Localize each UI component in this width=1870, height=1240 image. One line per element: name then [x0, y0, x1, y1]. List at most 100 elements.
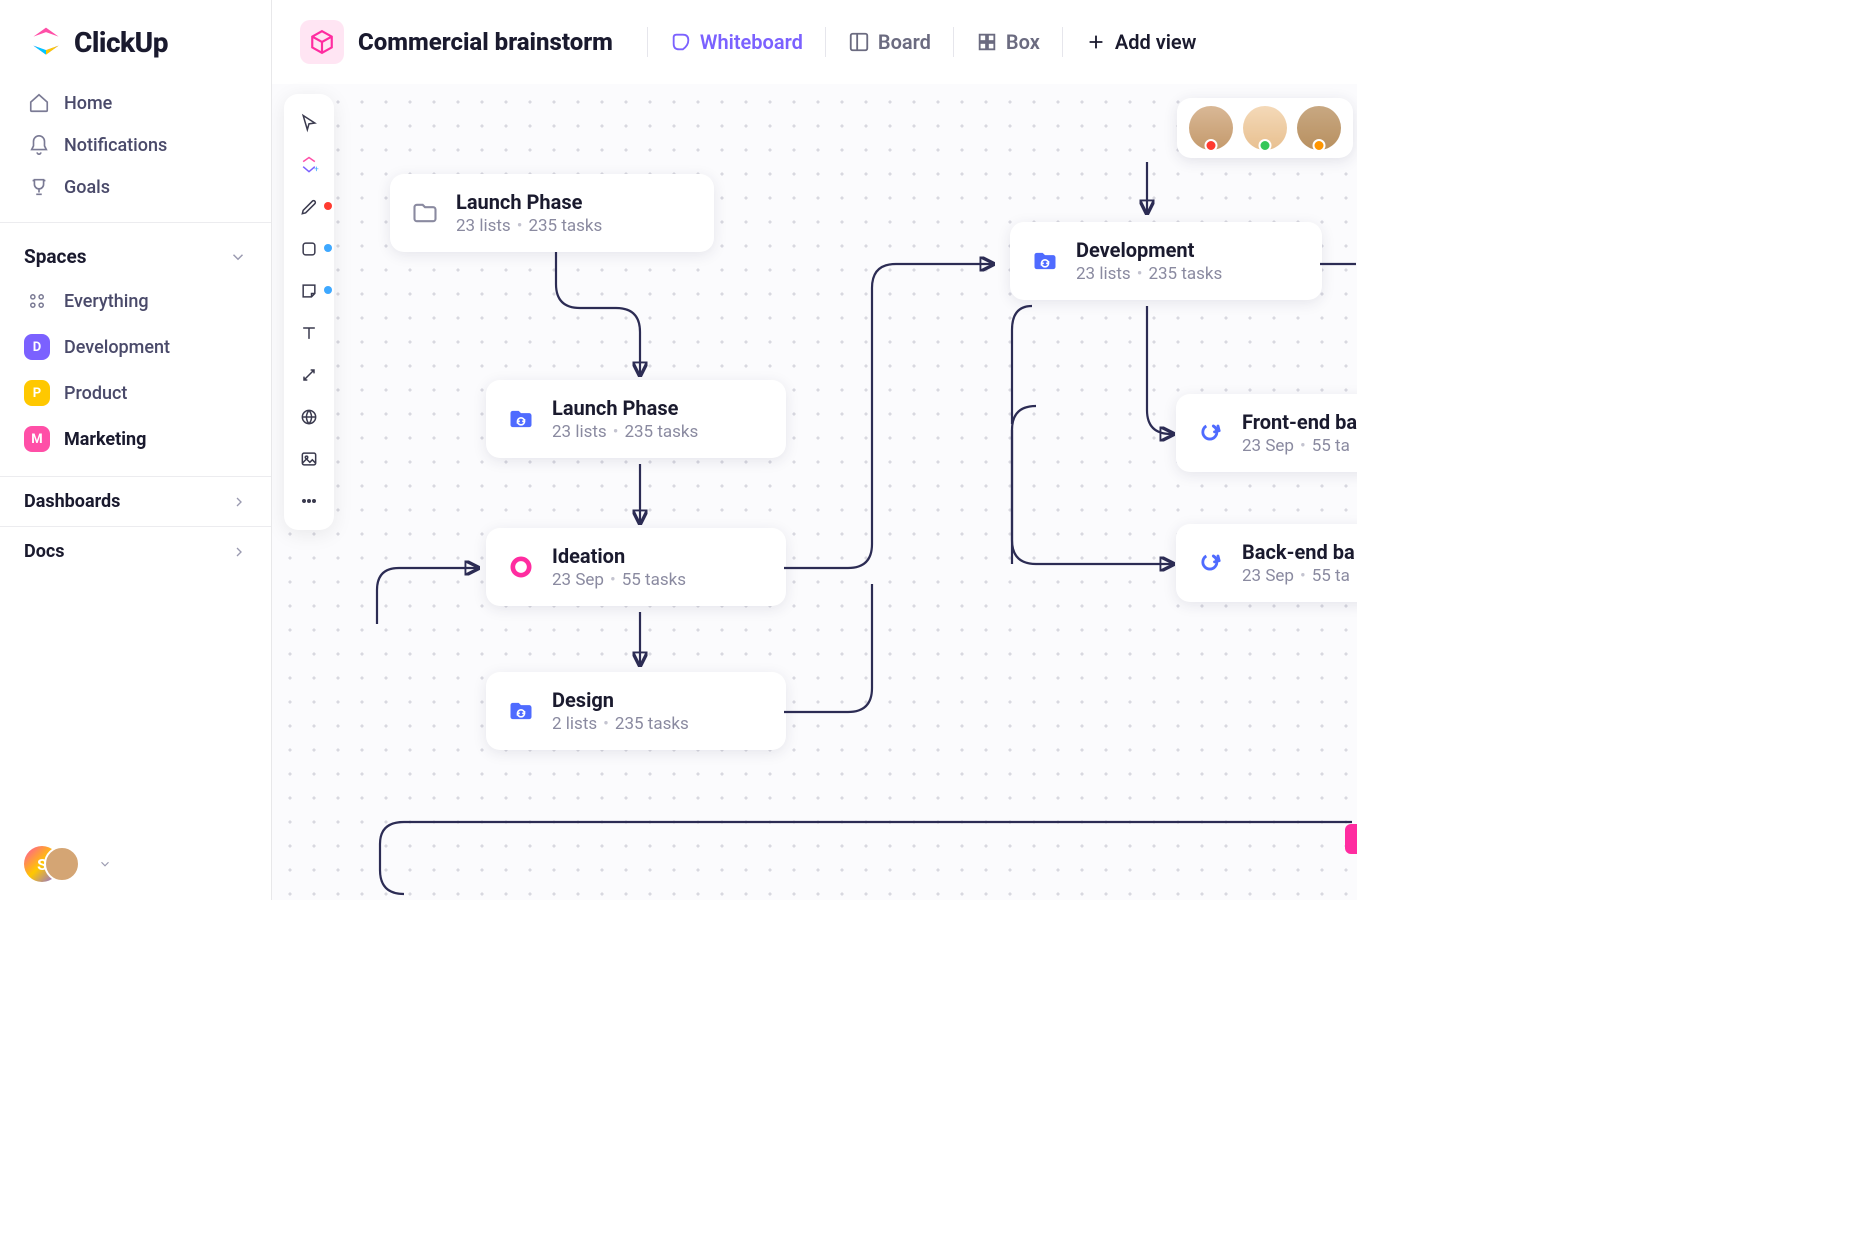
- tool-image[interactable]: [290, 440, 328, 478]
- brand-logo[interactable]: ClickUp: [0, 0, 271, 76]
- dashboards-section[interactable]: Dashboards: [0, 476, 271, 526]
- square-icon: [299, 239, 319, 259]
- space-development[interactable]: D Development: [12, 324, 259, 370]
- user-avatar: [44, 846, 80, 882]
- tool-more[interactable]: [290, 482, 328, 520]
- whiteboard-icon: [670, 31, 692, 53]
- sync-folder-icon: [504, 694, 538, 728]
- nav-goals-label: Goals: [64, 177, 110, 198]
- loop-arrow-icon: [1194, 546, 1228, 580]
- view-box[interactable]: Box: [968, 26, 1048, 58]
- space-product[interactable]: P Product: [12, 370, 259, 416]
- bell-icon: [28, 134, 50, 156]
- space-everything[interactable]: Everything: [12, 278, 259, 324]
- space-development-label: Development: [64, 337, 170, 358]
- space-everything-label: Everything: [64, 291, 149, 312]
- tool-shape[interactable]: [290, 230, 328, 268]
- sticky-note-icon: [299, 281, 319, 301]
- card-launch-phase-folder[interactable]: Launch Phase 23 lists•235 tasks: [390, 174, 714, 252]
- chevron-right-icon: [231, 544, 247, 560]
- view-board[interactable]: Board: [840, 26, 939, 58]
- tool-pen[interactable]: [290, 188, 328, 226]
- card-title: Back-end ba: [1242, 540, 1355, 564]
- spaces-header[interactable]: Spaces: [0, 231, 271, 278]
- trophy-icon: [28, 176, 50, 198]
- image-icon: [299, 449, 319, 469]
- collaborators[interactable]: [1177, 98, 1353, 158]
- board-icon: [848, 31, 870, 53]
- tool-clickup[interactable]: +: [290, 146, 328, 184]
- card-title: Design: [552, 688, 689, 712]
- tool-pointer[interactable]: [290, 104, 328, 142]
- dashboards-label: Dashboards: [24, 491, 120, 512]
- space-badge-m: M: [24, 426, 50, 452]
- nav-notifications-label: Notifications: [64, 135, 167, 156]
- sync-folder-icon: [1028, 244, 1062, 278]
- nav-home[interactable]: Home: [12, 82, 259, 124]
- space-marketing[interactable]: M Marketing: [12, 416, 259, 462]
- card-design[interactable]: Design 2 lists•235 tasks: [486, 672, 786, 750]
- card-title: Front-end ba: [1242, 410, 1357, 434]
- caret-down-icon: [98, 857, 112, 871]
- connector-icon: [299, 365, 319, 385]
- collaborator-avatar-1: [1189, 106, 1233, 150]
- card-title: Launch Phase: [552, 396, 698, 420]
- card-launch-phase[interactable]: Launch Phase 23 lists•235 tasks: [486, 380, 786, 458]
- whiteboard-canvas[interactable]: +: [272, 84, 1357, 900]
- sync-folder-icon: [504, 402, 538, 436]
- collaborator-avatar-3: [1297, 106, 1341, 150]
- cube-icon: [309, 29, 335, 55]
- clickup-logo-icon: [28, 24, 64, 60]
- clickup-icon: +: [299, 155, 319, 175]
- tool-web[interactable]: [290, 398, 328, 436]
- more-icon: [299, 491, 319, 511]
- text-icon: [299, 323, 319, 343]
- user-menu[interactable]: S: [0, 828, 271, 900]
- page-icon: [300, 20, 344, 64]
- space-badge-p: P: [24, 380, 50, 406]
- space-product-label: Product: [64, 383, 127, 404]
- globe-icon: [299, 407, 319, 427]
- view-whiteboard-label: Whiteboard: [700, 30, 803, 54]
- svg-text:+: +: [314, 165, 319, 175]
- docs-label: Docs: [24, 541, 64, 562]
- box-icon: [976, 31, 998, 53]
- plus-icon: [1085, 31, 1107, 53]
- topbar: Commercial brainstorm Whiteboard Board B…: [272, 0, 1357, 84]
- sidebar: ClickUp Home Notifications Goals Spaces: [0, 0, 272, 900]
- page-title: Commercial brainstorm: [358, 28, 613, 56]
- view-box-label: Box: [1006, 30, 1040, 54]
- collaborator-avatar-2: [1243, 106, 1287, 150]
- card-development[interactable]: Development 23 lists•235 tasks: [1010, 222, 1322, 300]
- brand-name: ClickUp: [74, 26, 168, 59]
- card-title: Development: [1076, 238, 1222, 262]
- tool-sticky[interactable]: [290, 272, 328, 310]
- card-backend[interactable]: Back-end ba 23 Sep•55 ta: [1176, 524, 1357, 602]
- view-whiteboard[interactable]: Whiteboard: [662, 26, 811, 58]
- view-board-label: Board: [878, 30, 931, 54]
- space-marketing-label: Marketing: [64, 429, 146, 450]
- nav-home-label: Home: [64, 93, 112, 114]
- spaces-header-label: Spaces: [24, 245, 86, 268]
- home-icon: [28, 92, 50, 114]
- chevron-right-icon: [231, 494, 247, 510]
- tool-connector[interactable]: [290, 356, 328, 394]
- card-ideation[interactable]: Ideation 23 Sep•55 tasks: [486, 528, 786, 606]
- add-view-button[interactable]: Add view: [1077, 26, 1205, 58]
- pointer-icon: [299, 113, 319, 133]
- space-badge-d: D: [24, 334, 50, 360]
- chevron-down-icon: [229, 248, 247, 266]
- grid-icon: [24, 288, 50, 314]
- nav-goals[interactable]: Goals: [12, 166, 259, 208]
- card-title: Ideation: [552, 544, 686, 568]
- tool-text[interactable]: [290, 314, 328, 352]
- add-view-label: Add view: [1115, 30, 1197, 54]
- card-frontend[interactable]: Front-end ba 23 Sep•55 ta: [1176, 394, 1357, 472]
- docs-section[interactable]: Docs: [0, 526, 271, 576]
- nav-notifications[interactable]: Notifications: [12, 124, 259, 166]
- folder-icon: [408, 196, 442, 230]
- loop-arrow-icon: [1194, 416, 1228, 450]
- whiteboard-toolbar: +: [284, 94, 334, 530]
- status-circle-icon: [504, 550, 538, 584]
- offscreen-card-edge: [1345, 824, 1357, 854]
